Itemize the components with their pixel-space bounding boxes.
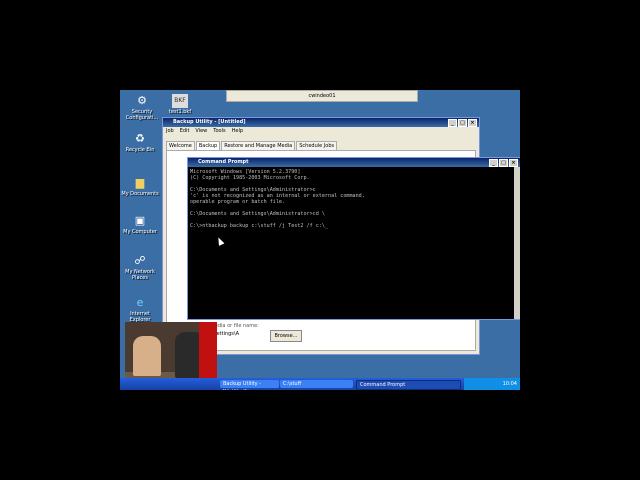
clock[interactable]: 10:04 — [503, 381, 517, 387]
webcam-person-left — [133, 336, 161, 376]
taskbar: Backup Utility - [Untitled] C:\stuff Com… — [120, 378, 520, 390]
task-command-prompt[interactable]: Command Prompt — [356, 380, 461, 390]
recycle-bin-icon: ♻ — [135, 132, 145, 145]
command-prompt-window[interactable]: Command Prompt _ □ × Microsoft Windows [… — [187, 157, 520, 320]
desktop: ⚙ Security Configurati... BKF test1.bkf … — [120, 90, 520, 390]
webcam-overlay — [125, 322, 217, 386]
menu-job[interactable]: Job — [166, 127, 174, 135]
background-window[interactable]: cwindeo01 — [226, 90, 418, 102]
network-icon: ☍ — [134, 254, 146, 267]
desktop-icon-test1-bkf[interactable]: BKF test1.bkf — [160, 94, 200, 115]
cmd-title: Command Prompt — [198, 159, 249, 165]
backup-menubar: Job Edit View Tools Help — [163, 127, 479, 135]
cmd-output[interactable]: Microsoft Windows [Version 5.2.3790] (C)… — [188, 167, 520, 231]
shield-icon: ⚙ — [137, 94, 147, 107]
task-backup-utility[interactable]: Backup Utility - [Untitled] — [220, 380, 279, 390]
close-button[interactable]: × — [468, 119, 477, 127]
minimize-button[interactable]: _ — [448, 119, 457, 127]
background-window-title: cwindeo01 — [308, 93, 336, 99]
cmd-scrollbar[interactable] — [514, 167, 520, 319]
ie-icon: e — [136, 296, 144, 309]
desktop-icon-recycle-bin[interactable]: ♻ Recycle Bin — [120, 132, 160, 153]
menu-view[interactable]: View — [195, 127, 207, 135]
desktop-icon-my-network-places[interactable]: ☍ My Network Places — [120, 254, 160, 281]
webcam-red-light — [199, 322, 217, 386]
browse-button[interactable]: Browse... — [270, 330, 302, 342]
menu-help[interactable]: Help — [232, 127, 243, 135]
cmd-close-button[interactable]: × — [509, 159, 518, 167]
desktop-icon-security[interactable]: ⚙ Security Configurati... — [122, 94, 162, 121]
system-tray: 10:04 — [464, 378, 520, 390]
backup-window-titlebar[interactable]: Backup Utility - [Untitled] _ □ × — [163, 118, 479, 127]
maximize-button[interactable]: □ — [458, 119, 467, 127]
desktop-icon-internet-explorer[interactable]: e Internet Explorer — [120, 296, 160, 323]
menu-tools[interactable]: Tools — [213, 127, 225, 135]
folder-icon: ▆ — [135, 176, 145, 189]
computer-icon: ▣ — [134, 214, 146, 227]
desktop-icon-my-documents[interactable]: ▆ My Documents — [120, 176, 160, 197]
cmd-minimize-button[interactable]: _ — [489, 159, 498, 167]
task-c-stuff[interactable]: C:\stuff — [280, 380, 353, 388]
backup-window-title: Backup Utility - [Untitled] — [173, 119, 246, 125]
desktop-icon-my-computer[interactable]: ▣ My Computer — [120, 214, 160, 235]
cmd-maximize-button[interactable]: □ — [499, 159, 508, 167]
cmd-titlebar[interactable]: Command Prompt _ □ × — [188, 158, 520, 167]
menu-edit[interactable]: Edit — [180, 127, 190, 135]
bkf-file-icon: BKF — [172, 94, 188, 108]
